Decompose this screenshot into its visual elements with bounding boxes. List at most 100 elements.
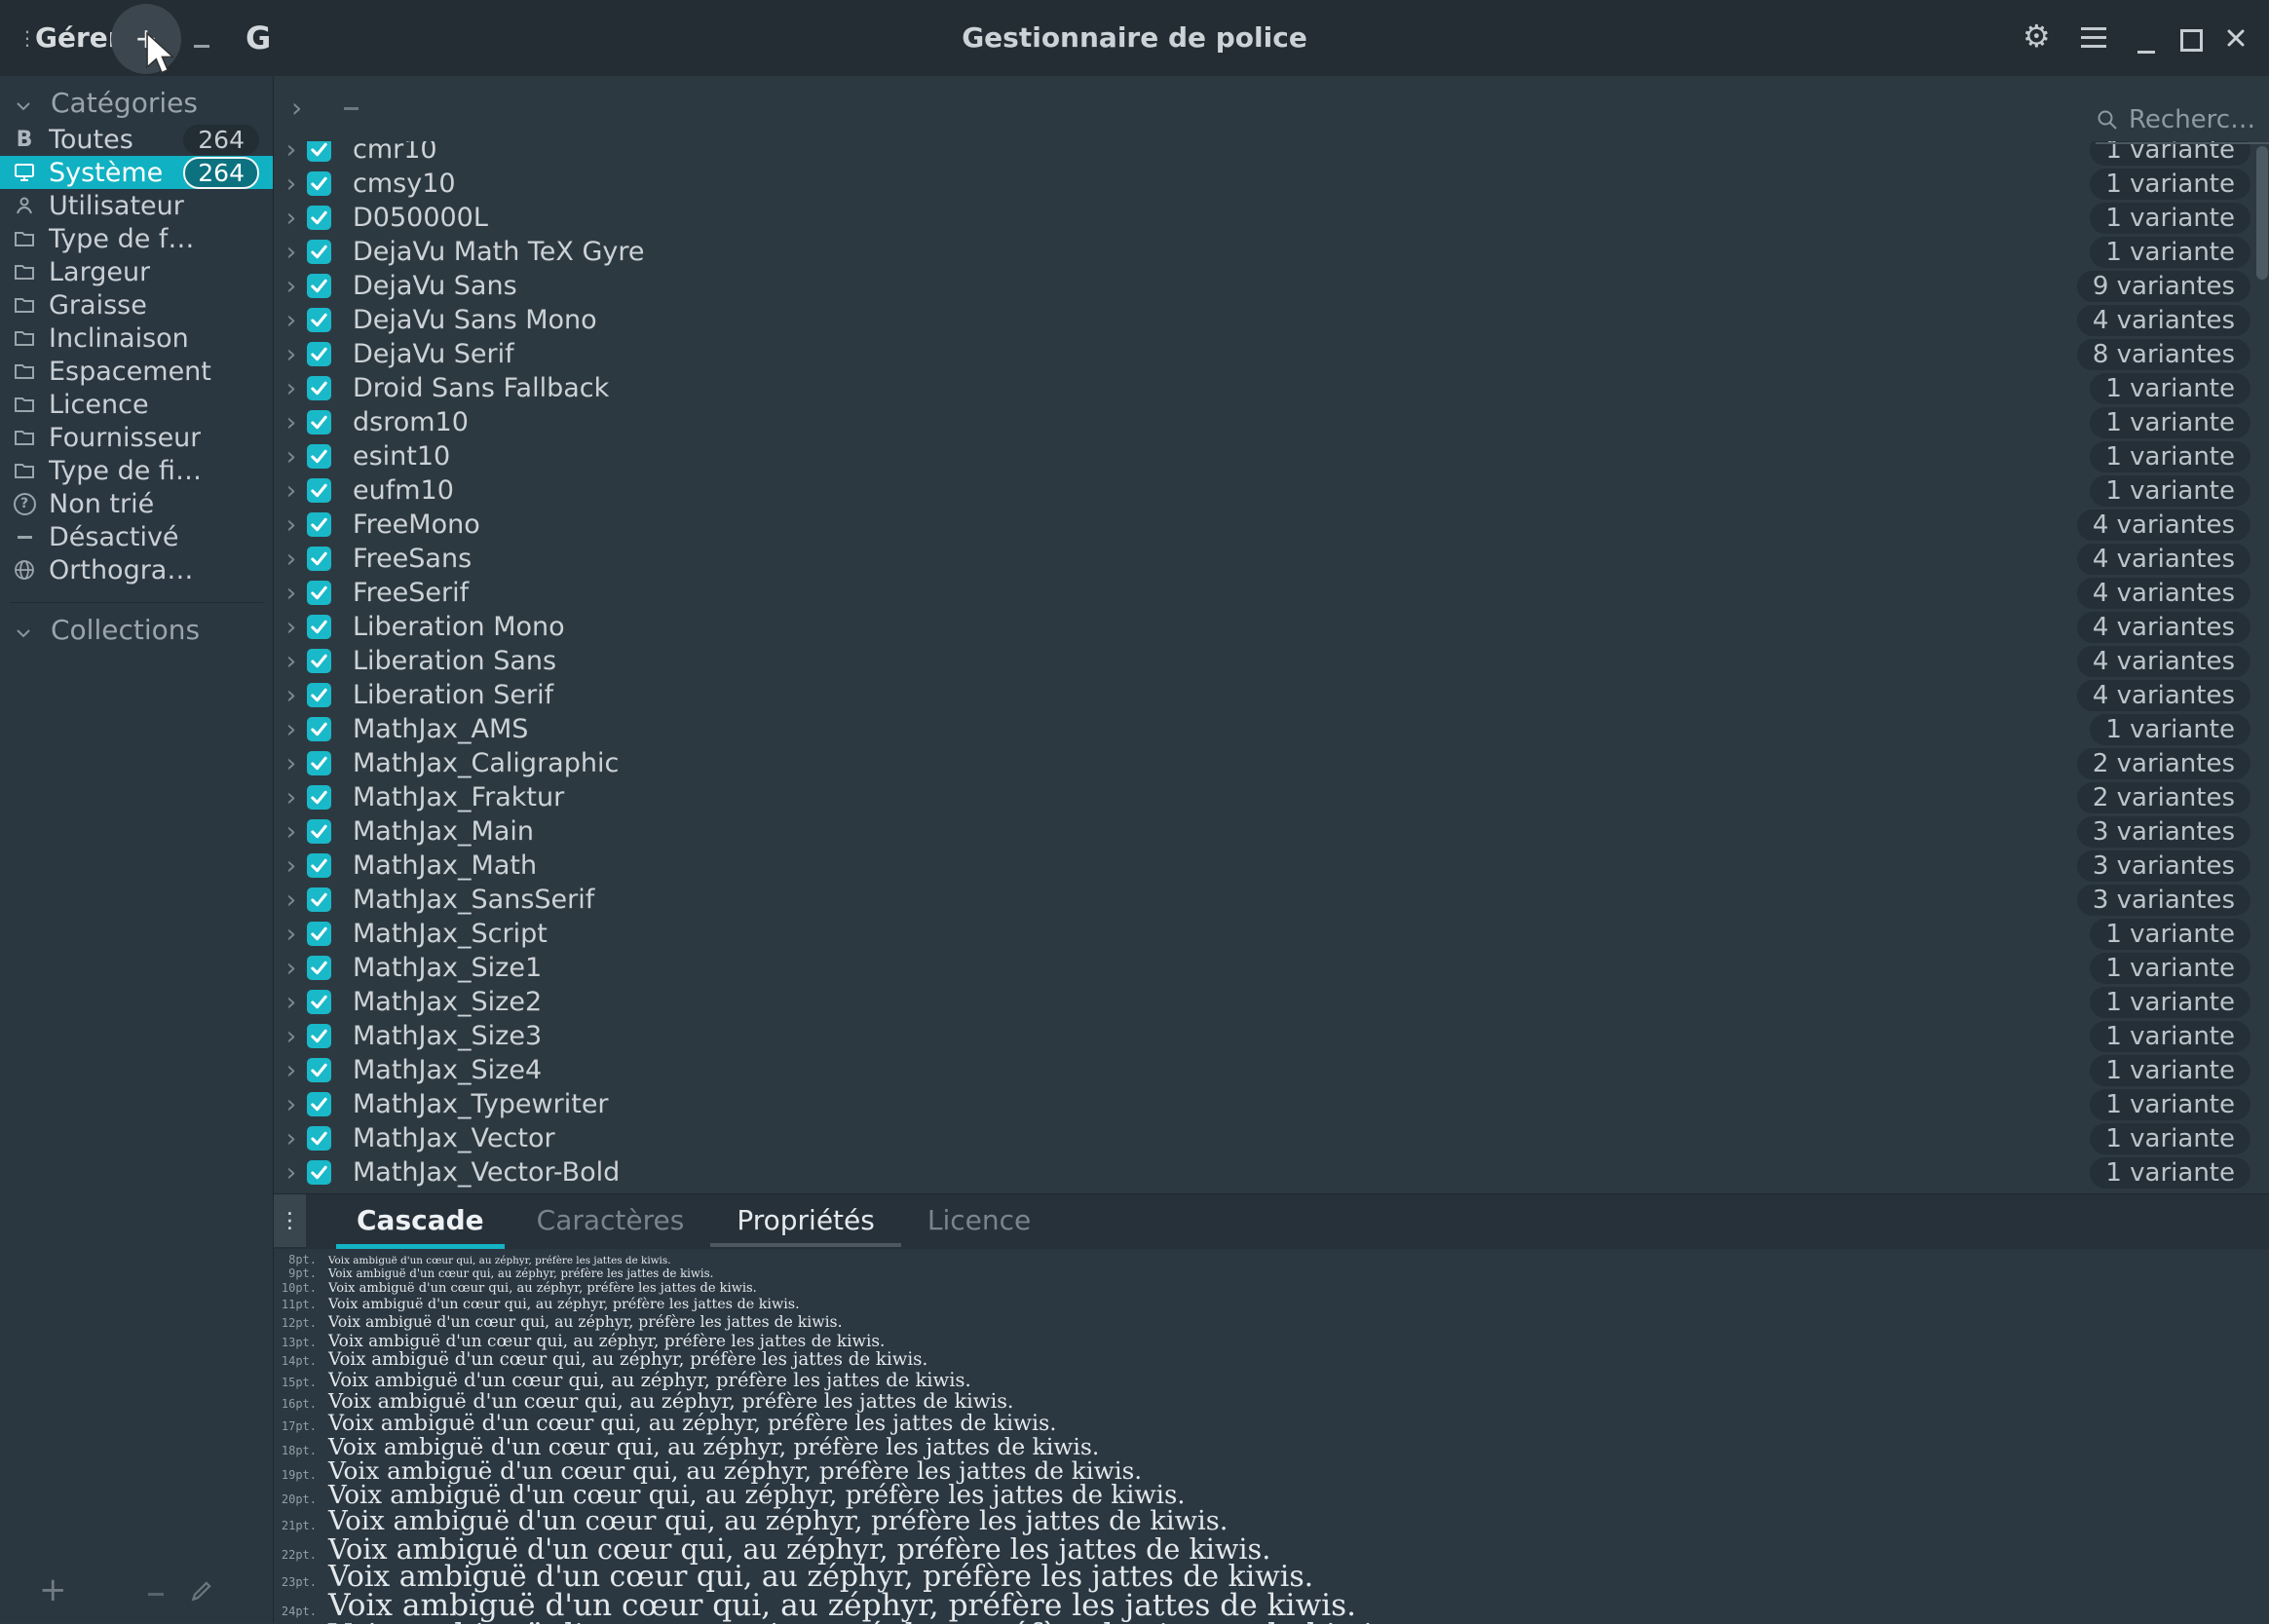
font-row[interactable]: ›MathJax_Script1 variante xyxy=(274,917,2269,951)
sidebar-item-orthographe[interactable]: Orthogra… xyxy=(0,553,273,586)
expander-chevron-icon[interactable]: › xyxy=(282,408,301,437)
expander-chevron-icon[interactable]: › xyxy=(282,1124,301,1153)
sidebar-item-graisse[interactable]: Graisse xyxy=(0,288,273,321)
font-enabled-checkbox[interactable] xyxy=(307,1160,331,1185)
font-row[interactable]: ›MathJax_Vector1 variante xyxy=(274,1121,2269,1155)
expander-chevron-icon[interactable]: › xyxy=(282,920,301,949)
tab-cascade[interactable]: Cascade xyxy=(330,1194,511,1249)
font-enabled-checkbox[interactable] xyxy=(307,751,331,775)
font-row[interactable]: ›FreeSans4 variantes xyxy=(274,542,2269,576)
font-enabled-checkbox[interactable] xyxy=(307,410,331,434)
font-enabled-checkbox[interactable] xyxy=(307,649,331,673)
font-row[interactable]: ›eufm101 variante xyxy=(274,473,2269,508)
expand-all-icon[interactable]: › xyxy=(291,93,302,124)
font-enabled-checkbox[interactable] xyxy=(307,478,331,503)
sidebar-item-fournisseur[interactable]: Fournisseur xyxy=(0,421,273,454)
font-row[interactable]: ›cmsy101 variante xyxy=(274,167,2269,201)
sidebar-item-utilisateur[interactable]: Utilisateur xyxy=(0,189,273,222)
sidebar-item-espacement[interactable]: Espacement xyxy=(0,355,273,388)
sidebar-item-type-de-fonderie[interactable]: Type de f… xyxy=(0,222,273,255)
tab-licence[interactable]: Licence xyxy=(901,1194,1057,1249)
expander-chevron-icon[interactable]: › xyxy=(282,579,301,608)
font-row[interactable]: ›DejaVu Math TeX Gyre1 variante xyxy=(274,235,2269,269)
font-row[interactable]: ›MathJax_SansSerif3 variantes xyxy=(274,883,2269,917)
font-enabled-checkbox[interactable] xyxy=(307,819,331,844)
expander-chevron-icon[interactable]: › xyxy=(282,749,301,778)
categories-section-header[interactable]: Catégories xyxy=(0,84,273,123)
sidebar-item-inclinaison[interactable]: Inclinaison xyxy=(0,321,273,355)
expander-chevron-icon[interactable]: › xyxy=(282,476,301,506)
expander-chevron-icon[interactable]: › xyxy=(282,442,301,472)
font-row[interactable]: ›MathJax_Math3 variantes xyxy=(274,849,2269,883)
font-enabled-checkbox[interactable] xyxy=(307,547,331,571)
font-enabled-checkbox[interactable] xyxy=(307,1058,331,1082)
font-row[interactable]: ›MathJax_Main3 variantes xyxy=(274,814,2269,849)
font-enabled-checkbox[interactable] xyxy=(307,853,331,878)
expander-chevron-icon[interactable]: › xyxy=(282,1022,301,1051)
scrollbar-thumb[interactable] xyxy=(2256,146,2268,280)
font-row[interactable]: ›FreeSerif4 variantes xyxy=(274,576,2269,610)
manage-menu-button[interactable]: Gérer xyxy=(35,21,122,54)
font-enabled-checkbox[interactable] xyxy=(307,922,331,946)
font-row[interactable]: ›MathJax_Vector-Bold1 variante xyxy=(274,1155,2269,1190)
expander-chevron-icon[interactable]: › xyxy=(282,545,301,574)
font-enabled-checkbox[interactable] xyxy=(307,206,331,230)
font-enabled-checkbox[interactable] xyxy=(307,888,331,912)
search-input[interactable] xyxy=(2127,104,2269,135)
remove-fonts-button[interactable] xyxy=(187,18,216,57)
font-enabled-checkbox[interactable] xyxy=(307,581,331,605)
maximize-button[interactable] xyxy=(2180,29,2203,52)
expander-chevron-icon[interactable]: › xyxy=(282,954,301,983)
sidebar-item-non-trie[interactable]: ?Non trié xyxy=(0,487,273,520)
expander-chevron-icon[interactable]: › xyxy=(282,1090,301,1119)
font-row[interactable]: ›MathJax_AMS1 variante xyxy=(274,712,2269,746)
font-enabled-checkbox[interactable] xyxy=(307,683,331,707)
font-enabled-checkbox[interactable] xyxy=(307,717,331,741)
sidebar-item-systeme[interactable]: Système264 xyxy=(0,156,273,189)
expander-chevron-icon[interactable]: › xyxy=(282,204,301,233)
font-enabled-checkbox[interactable] xyxy=(307,376,331,400)
preferences-gear-icon[interactable]: ⚙ xyxy=(2023,18,2051,55)
expander-chevron-icon[interactable]: › xyxy=(282,374,301,403)
font-row[interactable]: ›MathJax_Size31 variante xyxy=(274,1019,2269,1053)
expander-chevron-icon[interactable]: › xyxy=(282,817,301,847)
expander-chevron-icon[interactable]: › xyxy=(282,272,301,301)
font-enabled-checkbox[interactable] xyxy=(307,1092,331,1116)
tab-caracteres[interactable]: Caractères xyxy=(511,1194,711,1249)
expander-chevron-icon[interactable]: › xyxy=(282,510,301,540)
font-enabled-checkbox[interactable] xyxy=(307,956,331,980)
font-row[interactable]: ›MathJax_Fraktur2 variantes xyxy=(274,780,2269,814)
sidebar-item-desactive[interactable]: Désactivé xyxy=(0,520,273,553)
font-row[interactable]: ›MathJax_Size21 variante xyxy=(274,985,2269,1019)
font-row[interactable]: ›DejaVu Serif8 variantes xyxy=(274,337,2269,371)
font-enabled-checkbox[interactable] xyxy=(307,785,331,810)
font-enabled-checkbox[interactable] xyxy=(307,512,331,537)
font-row[interactable]: ›esint101 variante xyxy=(274,439,2269,473)
expander-chevron-icon[interactable]: › xyxy=(282,886,301,915)
close-button[interactable] xyxy=(2225,27,2247,49)
expander-chevron-icon[interactable]: › xyxy=(282,647,301,676)
sidebar-item-licence[interactable]: Licence xyxy=(0,388,273,421)
font-row[interactable]: ›MathJax_Size41 variante xyxy=(274,1053,2269,1087)
font-enabled-checkbox[interactable] xyxy=(307,615,331,639)
font-enabled-checkbox[interactable] xyxy=(307,990,331,1014)
expander-chevron-icon[interactable]: › xyxy=(282,988,301,1017)
font-enabled-checkbox[interactable] xyxy=(307,444,331,469)
collections-section-header[interactable]: Collections xyxy=(0,611,273,650)
font-row[interactable]: ›DejaVu Sans9 variantes xyxy=(274,269,2269,303)
hamburger-menu-icon[interactable] xyxy=(2081,27,2106,54)
expander-chevron-icon[interactable]: › xyxy=(282,306,301,335)
expander-chevron-icon[interactable]: › xyxy=(282,715,301,744)
expander-chevron-icon[interactable]: › xyxy=(282,340,301,369)
font-row[interactable]: ›D050000L1 variante xyxy=(274,201,2269,235)
tab-proprietes[interactable]: Propriétés xyxy=(710,1194,901,1249)
expander-chevron-icon[interactable]: › xyxy=(282,851,301,881)
minimize-button[interactable] xyxy=(2132,19,2161,58)
font-row[interactable]: ›MathJax_Caligraphic2 variantes xyxy=(274,746,2269,780)
expander-chevron-icon[interactable]: › xyxy=(282,783,301,812)
sidebar-item-largeur[interactable]: Largeur xyxy=(0,255,273,288)
font-row[interactable]: ›dsrom101 variante xyxy=(274,405,2269,439)
expander-chevron-icon[interactable]: › xyxy=(282,681,301,710)
font-row[interactable]: ›DejaVu Sans Mono4 variantes xyxy=(274,303,2269,337)
font-enabled-checkbox[interactable] xyxy=(307,308,331,332)
